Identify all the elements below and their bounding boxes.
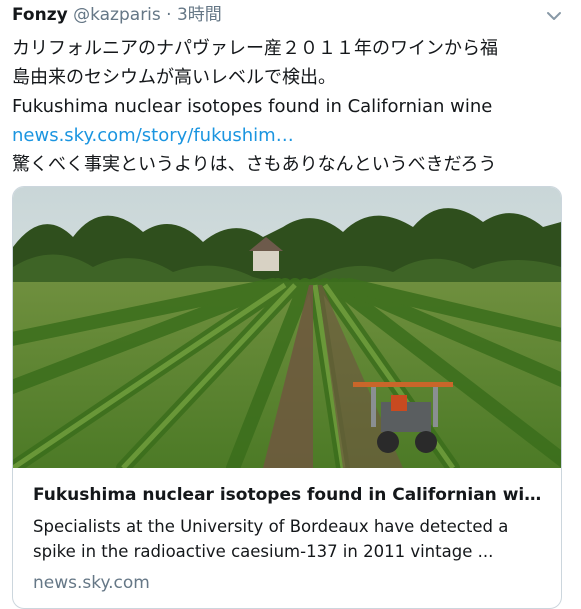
tweet-timestamp[interactable]: 3時間 <box>177 5 222 25</box>
tweet-text-line: 島由来のセシウムが高いレベルで検出。 <box>12 67 336 88</box>
link-preview-card[interactable]: Fukushima nuclear isotopes found in Cali… <box>12 186 562 609</box>
card-description-line: spike in the radioactive caesium-137 in … <box>33 542 494 561</box>
chevron-down-icon[interactable] <box>543 5 565 27</box>
card-body: Fukushima nuclear isotopes found in Cali… <box>33 468 545 593</box>
card-description-line: Specialists at the University of Bordeau… <box>33 517 509 536</box>
card-domain: news.sky.com <box>33 573 150 593</box>
tweet-link[interactable]: news.sky.com/story/fukushim… <box>12 121 572 150</box>
separator-dot: · <box>166 5 172 25</box>
vineyard-image <box>13 187 561 468</box>
author-name[interactable]: Fonzy <box>12 5 68 25</box>
author-handle[interactable]: @kazparis <box>73 5 161 25</box>
tweet-text-line: Fukushima nuclear isotopes found in Cali… <box>12 96 493 117</box>
tweet-header: Fonzy @kazparis · 3時間 <box>12 3 569 27</box>
tweet-text-line: 驚くべく事実というよりは、さもありなんというべきだろう <box>12 154 497 175</box>
card-title[interactable]: Fukushima nuclear isotopes found in Cali… <box>33 484 545 506</box>
card-description: Specialists at the University of Bordeau… <box>33 514 545 564</box>
tweet-text-line: カリフォルニアのナパヴァレー産２０１１年のワインから福 <box>12 38 498 59</box>
tweet-text: カリフォルニアのナパヴァレー産２０１１年のワインから福 島由来のセシウムが高いレ… <box>12 34 572 179</box>
